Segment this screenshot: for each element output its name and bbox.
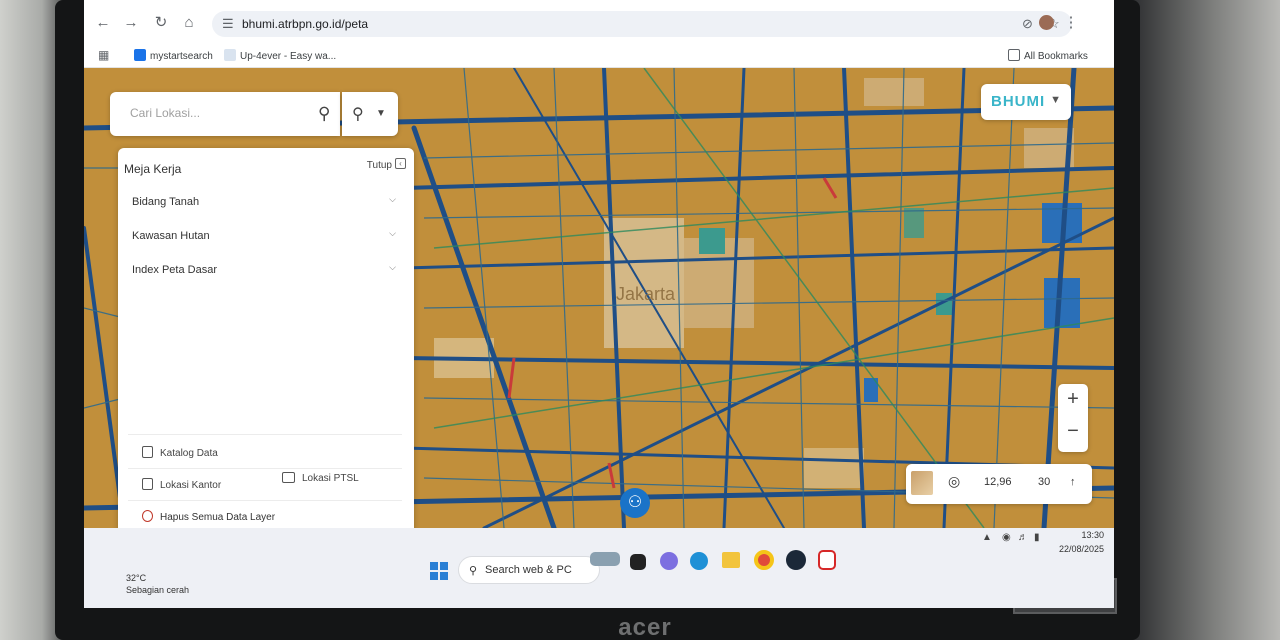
windows-taskbar: 32°C Sebagian cerah ⚲ Search web & PC ▲ … bbox=[84, 528, 1114, 608]
document-icon bbox=[142, 446, 153, 458]
monitor-brand-logo: acer bbox=[618, 614, 672, 640]
profile-avatar[interactable] bbox=[1039, 15, 1054, 30]
volume-icon[interactable]: ♬ bbox=[1018, 532, 1028, 543]
zoom-controls: + − bbox=[1058, 384, 1088, 452]
katalog-data-button[interactable]: Katalog Data bbox=[142, 446, 218, 459]
copilot-icon[interactable] bbox=[660, 552, 678, 570]
menu-dots-icon[interactable]: ⋮ bbox=[1062, 14, 1080, 32]
weather-widget[interactable]: 32°C Sebagian cerah bbox=[126, 572, 189, 596]
divider bbox=[128, 500, 402, 501]
location-search-input[interactable] bbox=[130, 106, 300, 120]
chevron-down-icon: ⌵ bbox=[389, 194, 396, 204]
windows-start-icon[interactable] bbox=[430, 562, 448, 580]
app-switcher-button[interactable]: BHUMI ▼ bbox=[981, 84, 1071, 120]
taskbar-clock[interactable]: 13:30 22/08/2025 bbox=[1059, 528, 1104, 556]
chevron-down-icon: ⌵ bbox=[389, 228, 396, 238]
shield-app-icon[interactable] bbox=[818, 550, 836, 570]
zoom-in-button[interactable]: + bbox=[1058, 388, 1088, 411]
zoom-out-button[interactable]: − bbox=[1058, 420, 1088, 443]
battery-icon[interactable]: ▮ bbox=[1034, 532, 1040, 543]
taskbar-search[interactable]: ⚲ Search web & PC bbox=[458, 556, 600, 584]
workspace-panel: Meja Kerja Tutup ‹ Bidang Tanah ⌵ Kawasa… bbox=[118, 148, 414, 536]
chevron-down-icon: ▼ bbox=[1050, 94, 1061, 106]
folder-icon bbox=[1008, 49, 1020, 61]
address-bar[interactable]: ☰ bhumi.atrbpn.go.id/peta ⊘ ☆ bbox=[212, 11, 1072, 37]
screen: ← → ↻ ⌂ ☰ bhumi.atrbpn.go.id/peta ⊘ ☆ ⋮ … bbox=[84, 0, 1114, 608]
locate-icon[interactable]: ◎ bbox=[948, 473, 960, 490]
tray-chevron-icon[interactable]: ▲ bbox=[982, 532, 992, 543]
panel-title: Meja Kerja bbox=[124, 162, 182, 176]
search-icon[interactable]: ⚲ bbox=[318, 104, 330, 124]
bhumi-logo: BHUMI bbox=[991, 93, 1046, 110]
url-text: bhumi.atrbpn.go.id/peta bbox=[242, 17, 369, 31]
mystartsearch-icon bbox=[134, 49, 146, 61]
lokasi-ptsl-button[interactable]: Lokasi PTSL bbox=[282, 472, 359, 484]
map-status-bar: ◎ 12,96 30 ↑ bbox=[906, 464, 1092, 504]
zoom-readout: 30 bbox=[1038, 476, 1051, 488]
bookmarks-bar: ▦ mystartsearch Up-4ever - Easy wa... Al… bbox=[84, 44, 1114, 68]
wifi-icon[interactable]: ◉ bbox=[1002, 532, 1011, 543]
folder-icon bbox=[282, 472, 295, 483]
building-icon bbox=[142, 478, 153, 490]
chevron-down-icon: ⌵ bbox=[389, 262, 396, 272]
layer-item-bidang-tanah[interactable]: Bidang Tanah ⌵ bbox=[132, 192, 404, 216]
bookmark-all[interactable]: All Bookmarks bbox=[1008, 49, 1088, 62]
close-circle-icon bbox=[142, 510, 153, 522]
map-city-label: Jakarta bbox=[616, 284, 676, 304]
steam-icon[interactable] bbox=[786, 550, 806, 570]
up4ever-icon bbox=[224, 49, 236, 61]
forward-arrow-icon[interactable]: → bbox=[122, 14, 140, 32]
browser-toolbar: ← → ↻ ⌂ ☰ bhumi.atrbpn.go.id/peta ⊘ ☆ ⋮ bbox=[84, 0, 1114, 44]
zoom-search-icon: ⚲ bbox=[352, 106, 364, 123]
chrome-icon[interactable] bbox=[754, 550, 774, 570]
clear-all-layers-button[interactable]: Hapus Semua Data Layer bbox=[142, 510, 275, 523]
file-explorer-icon[interactable] bbox=[722, 552, 740, 568]
north-arrow-icon[interactable]: ↑ bbox=[1070, 476, 1076, 488]
bookmark-mystartsearch[interactable]: mystartsearch bbox=[134, 49, 213, 62]
apps-grid-icon[interactable]: ▦ bbox=[98, 48, 109, 62]
layer-item-index-peta-dasar[interactable]: Index Peta Dasar ⌵ bbox=[132, 260, 404, 284]
background-right bbox=[1130, 0, 1280, 640]
search-icon: ⚲ bbox=[469, 565, 478, 577]
zoom-tool-dropdown[interactable]: ⚲ ▼ bbox=[342, 92, 398, 136]
accessibility-icon[interactable]: ⚇ bbox=[620, 488, 650, 518]
eye-off-icon[interactable]: ⊘ bbox=[1022, 16, 1033, 32]
collapse-icon[interactable]: ‹ bbox=[395, 158, 406, 169]
location-search-box: ⚲ bbox=[110, 92, 340, 136]
bookmark-up4ever[interactable]: Up-4ever - Easy wa... bbox=[224, 49, 336, 62]
scale-readout: 12,96 bbox=[984, 476, 1012, 488]
panel-close-button[interactable]: Tutup bbox=[367, 160, 392, 171]
reload-icon[interactable]: ↻ bbox=[152, 14, 170, 32]
divider bbox=[128, 434, 402, 435]
site-settings-icon[interactable]: ☰ bbox=[222, 16, 234, 32]
back-arrow-icon[interactable]: ← bbox=[94, 14, 112, 32]
chevron-down-icon: ▼ bbox=[376, 108, 386, 119]
home-icon[interactable]: ⌂ bbox=[180, 14, 198, 32]
divider bbox=[128, 468, 402, 469]
basemap-thumbnail[interactable] bbox=[911, 471, 933, 495]
lokasi-kantor-button[interactable]: Lokasi Kantor bbox=[142, 478, 221, 491]
edge-icon[interactable] bbox=[690, 552, 708, 570]
layer-item-kawasan-hutan[interactable]: Kawasan Hutan ⌵ bbox=[132, 226, 404, 250]
widget-landscape-icon[interactable] bbox=[590, 552, 620, 566]
task-view-icon[interactable] bbox=[630, 554, 646, 570]
